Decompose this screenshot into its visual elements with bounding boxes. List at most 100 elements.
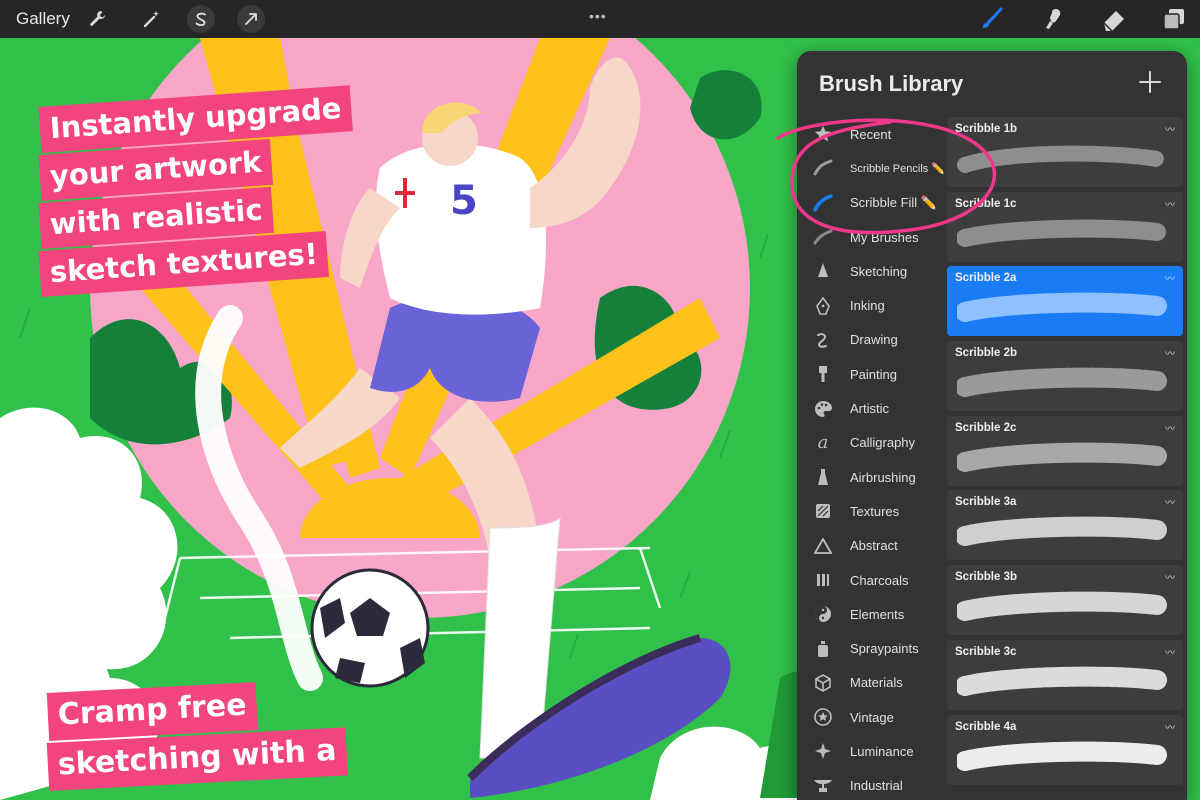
airbrush-icon bbox=[813, 467, 833, 487]
brush-stroke-preview bbox=[957, 145, 1165, 173]
brush-item-scribble-2a[interactable]: Scribble 2a 〰 bbox=[947, 266, 1183, 337]
brush-stroke-preview bbox=[957, 741, 1167, 771]
promo-headline-bottom: Cramp free sketching with a bbox=[46, 682, 348, 793]
category-item-sketching[interactable]: Sketching bbox=[797, 254, 947, 288]
brush-item-scribble-3c[interactable]: Scribble 3c 〰 bbox=[947, 639, 1183, 710]
brush-name: Scribble 2b bbox=[955, 347, 1017, 360]
category-item-recent[interactable]: Recent bbox=[797, 117, 947, 151]
category-label: Scribble Fill ✏️ bbox=[850, 194, 937, 210]
brush-name: Scribble 3c bbox=[955, 645, 1017, 658]
category-label: Painting bbox=[850, 366, 897, 382]
category-item-abstract[interactable]: Abstract bbox=[797, 529, 947, 563]
triangle-icon bbox=[813, 536, 833, 556]
charcoal-icon bbox=[813, 570, 833, 590]
category-item-inking[interactable]: Inking bbox=[797, 288, 947, 322]
brush-stroke-preview bbox=[957, 293, 1167, 323]
smudge-icon[interactable] bbox=[1040, 5, 1068, 33]
panel-title: Brush Library bbox=[819, 71, 964, 96]
squiggle-icon bbox=[813, 330, 833, 350]
magic-wand-icon[interactable] bbox=[138, 5, 166, 33]
category-item-luminance[interactable]: Luminance bbox=[797, 734, 947, 768]
texture-icon bbox=[813, 501, 833, 521]
category-item-airbrushing[interactable]: Airbrushing bbox=[797, 460, 947, 494]
category-label: Inking bbox=[850, 298, 885, 314]
yin-yang-icon bbox=[813, 604, 833, 624]
category-item-scribble-fill[interactable]: Scribble Fill ✏️ bbox=[797, 186, 947, 220]
brush-name: Scribble 2c bbox=[955, 421, 1017, 434]
category-item-drawing[interactable]: Drawing bbox=[797, 323, 947, 357]
arrow-icon[interactable] bbox=[237, 5, 265, 33]
stroke-icon bbox=[813, 227, 833, 247]
pen-nib-icon bbox=[813, 296, 833, 316]
layers-icon[interactable] bbox=[1160, 5, 1188, 33]
add-brush-set-button[interactable] bbox=[1137, 69, 1163, 95]
category-item-artistic[interactable]: Artistic bbox=[797, 391, 947, 425]
vintage-star-icon bbox=[813, 707, 833, 727]
paint-brush-icon bbox=[813, 364, 833, 384]
jersey-number: 5 bbox=[450, 178, 478, 224]
category-item-vintage[interactable]: Vintage bbox=[797, 700, 947, 734]
brush-stroke-preview bbox=[957, 219, 1166, 247]
top-toolbar: Gallery ••• bbox=[0, 0, 1200, 38]
brush-item-scribble-2b[interactable]: Scribble 2b 〰 bbox=[947, 341, 1183, 412]
category-label: Drawing bbox=[850, 332, 898, 348]
category-label: Spraypaints bbox=[850, 641, 919, 657]
category-label: Textures bbox=[850, 503, 900, 519]
category-item-calligraphy[interactable]: a Calligraphy bbox=[797, 426, 947, 460]
edit-indicator-icon: 〰 bbox=[1165, 498, 1175, 510]
brush-name: Scribble 4a bbox=[955, 720, 1017, 733]
brush-stroke-preview bbox=[957, 666, 1167, 696]
brush-item-scribble-3b[interactable]: Scribble 3b 〰 bbox=[947, 565, 1183, 636]
brush-name: Scribble 1b bbox=[955, 123, 1017, 135]
calligraphy-icon: a bbox=[817, 432, 829, 454]
brush-stroke-preview bbox=[957, 367, 1167, 398]
star-icon bbox=[813, 124, 833, 144]
brush-name: Scribble 3a bbox=[955, 496, 1017, 509]
brush-list: Scribble 1b 〰 Scribble 1c 〰 Scribble 2a … bbox=[947, 117, 1183, 789]
brush-name: Scribble 1c bbox=[955, 197, 1017, 210]
category-label: Artistic bbox=[850, 401, 889, 417]
category-item-spraypaints[interactable]: Spraypaints bbox=[797, 631, 947, 665]
category-item-elements[interactable]: Elements bbox=[797, 597, 947, 631]
category-item-charcoals[interactable]: Charcoals bbox=[797, 563, 947, 597]
brush-category-list: Recent Scribble Pencils ✏️ Scribble Fill… bbox=[797, 117, 947, 800]
edit-indicator-icon: 〰 bbox=[1165, 199, 1175, 211]
brush-item-scribble-3a[interactable]: Scribble 3a 〰 bbox=[947, 490, 1183, 561]
category-label: Materials bbox=[850, 675, 903, 691]
pencil-tip-icon bbox=[813, 261, 833, 281]
brush-item-scribble-4a[interactable]: Scribble 4a 〰 bbox=[947, 714, 1183, 785]
gallery-button[interactable]: Gallery bbox=[16, 9, 70, 29]
category-item-my-brushes[interactable]: My Brushes bbox=[797, 220, 947, 254]
selection-s-icon[interactable] bbox=[187, 5, 215, 33]
edit-indicator-icon: 〰 bbox=[1165, 647, 1175, 659]
wrench-icon[interactable] bbox=[84, 5, 112, 33]
category-item-textures[interactable]: Textures bbox=[797, 494, 947, 528]
brush-item-scribble-1b[interactable]: Scribble 1b 〰 bbox=[947, 117, 1183, 187]
edit-indicator-icon: 〰 bbox=[1165, 722, 1175, 734]
brush-name: Scribble 3b bbox=[955, 571, 1017, 584]
promo-headline-top: Instantly upgrade your artwork with real… bbox=[38, 85, 353, 299]
edit-indicator-icon: 〰 bbox=[1165, 274, 1175, 286]
category-label: Abstract bbox=[850, 538, 898, 554]
category-item-industrial[interactable]: Industrial bbox=[797, 769, 947, 800]
brush-library-panel: Brush Library Recent Scribble Pencils ✏️… bbox=[797, 51, 1187, 800]
brush-icon[interactable] bbox=[978, 5, 1006, 33]
brush-item-scribble-1c[interactable]: Scribble 1c 〰 bbox=[947, 191, 1183, 262]
category-label: Scribble Pencils ✏️ bbox=[850, 162, 946, 175]
pencil-stroke-icon bbox=[813, 158, 833, 178]
category-label: Elements bbox=[850, 606, 905, 622]
promo-line: Cramp free bbox=[46, 682, 258, 741]
category-label: Charcoals bbox=[850, 572, 909, 588]
category-item-scribble-pencils[interactable]: Scribble Pencils ✏️ bbox=[797, 151, 947, 185]
category-item-materials[interactable]: Materials bbox=[797, 666, 947, 700]
brush-stroke-preview bbox=[957, 591, 1167, 622]
eraser-icon[interactable] bbox=[1100, 5, 1128, 33]
sparkle-icon bbox=[813, 741, 833, 761]
more-options-icon[interactable]: ••• bbox=[589, 8, 607, 24]
brush-item-scribble-2c[interactable]: Scribble 2c 〰 bbox=[947, 415, 1183, 486]
palette-icon bbox=[813, 399, 833, 419]
category-item-painting[interactable]: Painting bbox=[797, 357, 947, 391]
edit-indicator-icon: 〰 bbox=[1165, 423, 1175, 435]
spray-can-icon bbox=[813, 639, 833, 659]
category-label: Sketching bbox=[850, 263, 908, 279]
